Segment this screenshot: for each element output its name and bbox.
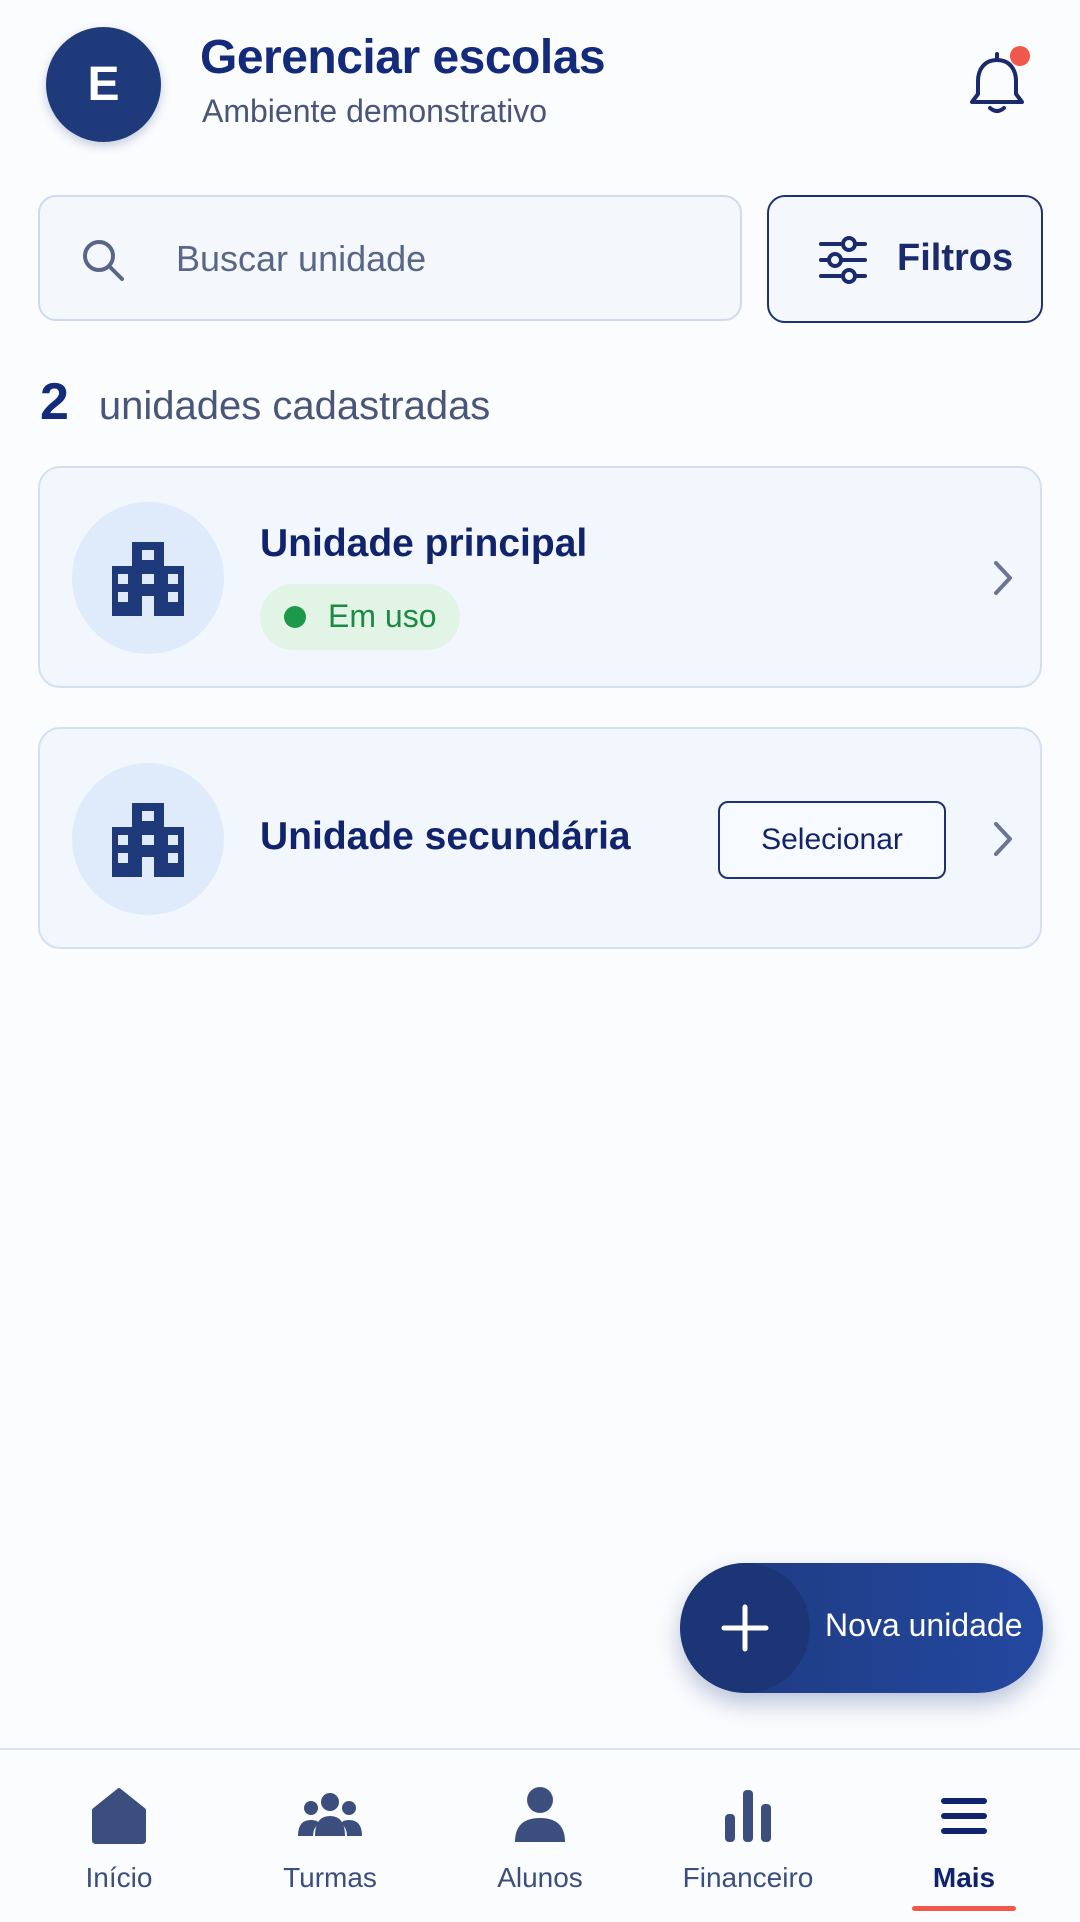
person-icon [515,1787,565,1842]
bar-chart-icon [725,1790,771,1842]
sliders-icon [819,236,867,284]
chevron-right-icon[interactable] [982,814,1022,864]
avatar[interactable]: E [46,27,161,142]
active-tab-indicator [912,1906,1016,1911]
nav-item-alunos[interactable]: Alunos [440,1750,640,1922]
building-icon [112,803,184,877]
units-count-label: unidades cadastradas [98,384,491,428]
nav-label: Início [85,1862,153,1893]
building-icon [112,542,184,616]
chevron-right-icon[interactable] [982,553,1022,603]
plus-icon [721,1604,769,1652]
page-subtitle: Ambiente demonstrativo [202,93,548,129]
building-icon-circle [72,502,224,654]
select-unit-button[interactable]: Selecionar [718,801,946,879]
nav-label: Financeiro [682,1862,814,1893]
unit-name: Unidade secundária [260,815,631,858]
status-badge: Em uso [260,584,460,650]
nav-label: Alunos [497,1862,583,1893]
unit-card-secundaria[interactable]: Unidade secundária Selecionar [38,727,1042,949]
units-count: 2 unidades cadastradas [40,372,490,432]
unit-name: Unidade principal [260,522,588,565]
search-box[interactable] [38,195,742,321]
search-input[interactable] [174,227,718,291]
new-unit-label: Nova unidade [825,1607,1023,1643]
nav-item-mais[interactable]: Mais [864,1750,1064,1922]
menu-icon [941,1798,987,1834]
status-badge-label: Em uso [328,598,437,634]
nav-item-turmas[interactable]: Turmas [230,1750,430,1922]
unit-card-principal[interactable]: Unidade principal Em uso [38,466,1042,688]
bottom-navigation: Início Turmas Alunos Financeiro Mais [0,1748,1080,1920]
building-icon-circle [72,763,224,915]
search-icon [83,240,124,281]
filters-button[interactable]: Filtros [767,195,1043,323]
nav-item-inicio[interactable]: Início [19,1750,219,1922]
nav-item-financeiro[interactable]: Financeiro [648,1750,848,1922]
nav-label: Mais [932,1862,996,1893]
new-unit-button[interactable]: Nova unidade [680,1563,1043,1693]
page-title: Gerenciar escolas [200,31,606,84]
app-header: E Gerenciar escolas Ambiente demonstrati… [0,0,1080,180]
units-count-number: 2 [40,373,69,431]
status-dot [284,606,306,628]
home-icon [92,1788,146,1844]
nav-label: Turmas [283,1862,377,1893]
group-icon [298,1793,362,1836]
filters-label: Filtros [897,237,1014,279]
notification-badge [1010,46,1030,66]
